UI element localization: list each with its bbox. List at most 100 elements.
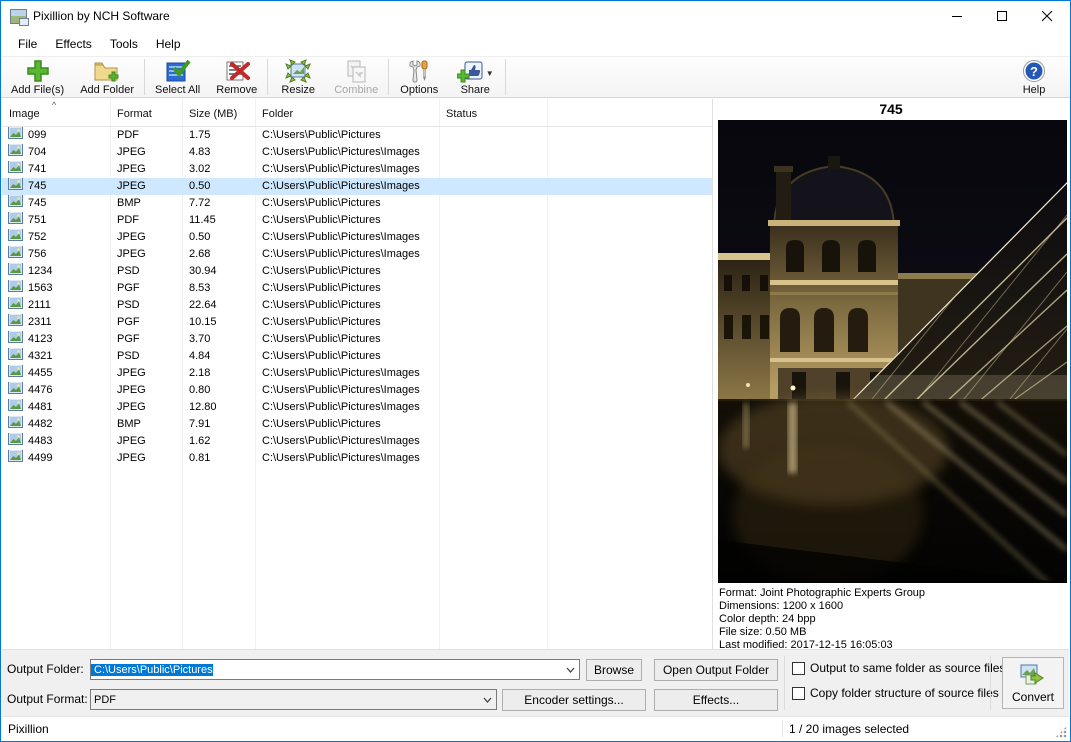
cell-image: 704	[2, 144, 110, 161]
minimize-button[interactable]	[935, 1, 980, 31]
cell-folder: C:\Users\Public\Pictures\Images	[255, 433, 439, 450]
cell-image: 4321	[2, 348, 110, 365]
app-icon	[10, 9, 27, 24]
open-output-folder-button[interactable]: Open Output Folder	[654, 659, 778, 681]
file-name: 745	[28, 178, 46, 195]
output-format-value[interactable]: PDF	[91, 694, 116, 706]
file-name: 752	[28, 229, 46, 246]
cell-image: 1563	[2, 280, 110, 297]
file-row[interactable]: 2111PSD22.64C:\Users\Public\Pictures	[2, 297, 712, 314]
file-name: 4481	[28, 399, 52, 416]
cell-folder: C:\Users\Public\Pictures\Images	[255, 450, 439, 467]
column-header-folder[interactable]: Folder	[255, 108, 439, 126]
cell-image: 099	[2, 127, 110, 144]
help-button[interactable]: ?Help	[1006, 57, 1062, 97]
file-list[interactable]: ^ ImageFormatSize (MB)FolderStatus 099PD…	[2, 99, 713, 649]
share-button[interactable]: ▼Share	[447, 57, 503, 97]
file-name: 4499	[28, 450, 52, 467]
cell-format: JPEG	[110, 144, 182, 161]
cell-size: 11.45	[182, 212, 255, 229]
menu-file[interactable]: File	[9, 34, 46, 54]
convert-button[interactable]: Convert	[1002, 657, 1064, 709]
toolbar-separator	[267, 59, 268, 95]
cell-size: 4.84	[182, 348, 255, 365]
cell-folder: C:\Users\Public\Pictures	[255, 331, 439, 348]
file-thumb-icon	[8, 144, 23, 161]
file-name: 1234	[28, 263, 52, 280]
add-folder-button[interactable]: Add Folder	[72, 57, 142, 97]
column-header-sizemb[interactable]: Size (MB)	[182, 108, 255, 126]
file-row[interactable]: 099PDF1.75C:\Users\Public\Pictures	[2, 127, 712, 144]
file-row[interactable]: 741JPEG3.02C:\Users\Public\Pictures\Imag…	[2, 161, 712, 178]
cell-folder: C:\Users\Public\Pictures\Images	[255, 399, 439, 416]
title-bar: Pixillion by NCH Software	[1, 1, 1070, 31]
encoder-settings-button[interactable]: Encoder settings...	[502, 689, 646, 711]
dropdown-caret-icon[interactable]: ▼	[486, 69, 494, 78]
file-row[interactable]: 4481JPEG12.80C:\Users\Public\Pictures\Im…	[2, 399, 712, 416]
select-all-button[interactable]: Select All	[147, 57, 208, 97]
file-row[interactable]: 704JPEG4.83C:\Users\Public\Pictures\Imag…	[2, 144, 712, 161]
file-row[interactable]: 752JPEG0.50C:\Users\Public\Pictures\Imag…	[2, 229, 712, 246]
file-row[interactable]: 2311PGF10.15C:\Users\Public\Pictures	[2, 314, 712, 331]
resize-button[interactable]: Resize	[270, 57, 326, 97]
file-row[interactable]: 4482BMP7.91C:\Users\Public\Pictures	[2, 416, 712, 433]
file-row[interactable]: 4321PSD4.84C:\Users\Public\Pictures	[2, 348, 712, 365]
cell-format: BMP	[110, 416, 182, 433]
chevron-down-icon[interactable]	[562, 665, 579, 675]
column-header-status[interactable]: Status	[439, 108, 547, 126]
file-row[interactable]: 751PDF11.45C:\Users\Public\Pictures	[2, 212, 712, 229]
column-header-image[interactable]: Image	[2, 108, 110, 126]
browse-button[interactable]: Browse	[586, 659, 642, 681]
file-thumb-icon	[8, 416, 23, 433]
file-name: 4482	[28, 416, 52, 433]
effects-button[interactable]: Effects...	[654, 689, 778, 711]
cell-format: JPEG	[110, 246, 182, 263]
file-row[interactable]: 4499JPEG0.81C:\Users\Public\Pictures\Ima…	[2, 450, 712, 467]
cell-size: 30.94	[182, 263, 255, 280]
file-row[interactable]: 4455JPEG2.18C:\Users\Public\Pictures\Ima…	[2, 365, 712, 382]
file-row[interactable]: 745BMP7.72C:\Users\Public\Pictures	[2, 195, 712, 212]
output-format-dropdown[interactable]: PDF	[90, 689, 497, 710]
column-header-format[interactable]: Format	[110, 108, 182, 126]
file-row[interactable]: 1234 PSD30.94C:\Users\Public\Pictures	[2, 263, 712, 280]
cell-size: 0.50	[182, 178, 255, 195]
cell-size: 10.15	[182, 314, 255, 331]
cell-folder: C:\Users\Public\Pictures\Images	[255, 365, 439, 382]
checkbox-same-folder[interactable]: Output to same folder as source files	[792, 661, 1005, 675]
add-file-s--button[interactable]: Add File(s)	[3, 57, 72, 97]
file-row[interactable]: 4476JPEG0.80C:\Users\Public\Pictures\Ima…	[2, 382, 712, 399]
resize-grip-icon[interactable]	[1055, 726, 1067, 738]
remove-button[interactable]: Remove	[208, 57, 265, 97]
cell-format: PDF	[110, 127, 182, 144]
menu-help[interactable]: Help	[147, 34, 190, 54]
options-button[interactable]: Options	[391, 57, 447, 97]
file-row[interactable]: 1563PGF8.53C:\Users\Public\Pictures	[2, 280, 712, 297]
cell-image: 745	[2, 178, 110, 195]
divider	[990, 656, 991, 710]
output-folder-combobox[interactable]: C:\Users\Public\Pictures	[90, 659, 580, 680]
file-row[interactable]: 756JPEG2.68C:\Users\Public\Pictures\Imag…	[2, 246, 712, 263]
chevron-down-icon[interactable]	[479, 695, 496, 705]
cell-format: PSD	[110, 263, 182, 280]
cell-format: JPEG	[110, 229, 182, 246]
menu-tools[interactable]: Tools	[101, 34, 147, 54]
cell-size: 1.75	[182, 127, 255, 144]
file-thumb-icon	[8, 161, 23, 178]
file-row[interactable]: 4483JPEG1.62C:\Users\Public\Pictures\Ima…	[2, 433, 712, 450]
checkbox-box[interactable]	[792, 687, 805, 700]
close-button[interactable]	[1025, 1, 1070, 31]
maximize-button[interactable]	[980, 1, 1025, 31]
combine-button: Combine	[326, 57, 386, 97]
file-thumb-icon	[8, 314, 23, 331]
cell-status	[439, 433, 547, 450]
file-row[interactable]: 4123PGF3.70C:\Users\Public\Pictures	[2, 331, 712, 348]
cell-folder: C:\Users\Public\Pictures	[255, 263, 439, 280]
checkbox-box[interactable]	[792, 662, 805, 675]
file-row[interactable]: 745JPEG0.50C:\Users\Public\Pictures\Imag…	[2, 178, 712, 195]
output-folder-value[interactable]: C:\Users\Public\Pictures	[91, 664, 213, 676]
checkbox-copy-structure[interactable]: Copy folder structure of source files	[792, 686, 999, 700]
cell-image: 756	[2, 246, 110, 263]
file-name: 099	[28, 127, 46, 144]
menu-effects[interactable]: Effects	[46, 34, 100, 54]
preview-filename: 745	[713, 99, 1069, 120]
